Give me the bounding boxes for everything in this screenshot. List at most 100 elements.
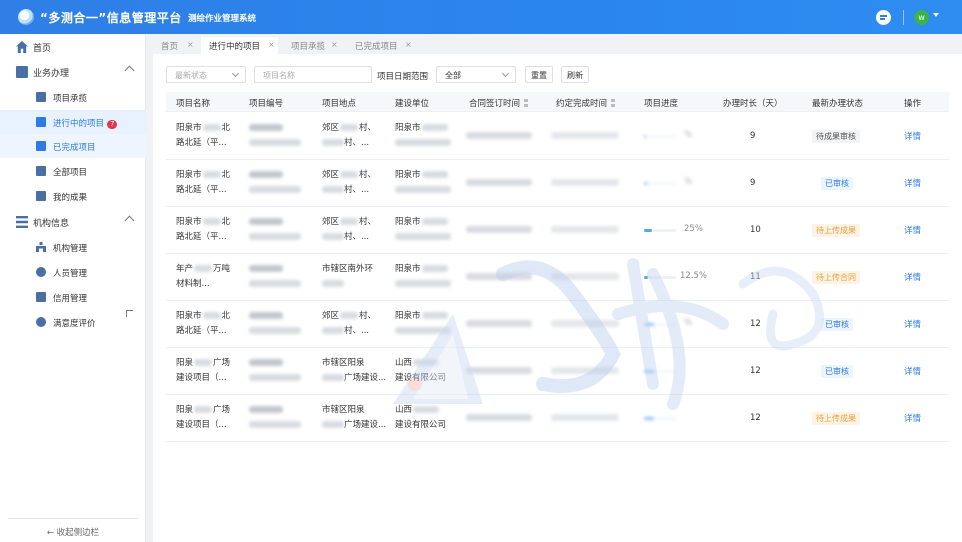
redacted-text — [551, 132, 619, 139]
detail-link[interactable]: 详情 — [904, 412, 921, 424]
sidebar-item-credit[interactable]: 信用管理 — [0, 285, 146, 309]
project-name-line1: 阳泉市 — [176, 123, 202, 133]
sidebar-item-home[interactable]: 首页 — [0, 35, 146, 59]
project-name-line1: 阳泉市 — [176, 217, 202, 227]
date-range-label: 项目日期范围 — [377, 72, 429, 82]
sidebar-item-completed[interactable]: 已完成项目 — [0, 134, 146, 158]
sidebar-item-org-manage[interactable]: 机构管理 — [0, 235, 146, 259]
location-line1b: 村、 — [359, 170, 377, 180]
table-header: 项目名称 项目编号 项目地点 建设单位 合同签订时间 约定完成时间 项目进度 办… — [166, 92, 949, 112]
table-row[interactable]: 年产 万吨 材料制... 市辖区南外环 阳泉市 12.5% 11 待上传合同 详情 — [166, 254, 949, 301]
project-name-line1: 阳泉 — [176, 405, 194, 415]
close-icon[interactable]: × — [187, 40, 194, 49]
sidebar-item-all-projects[interactable]: 全部项目 — [0, 159, 146, 183]
progress-bar — [644, 323, 676, 326]
location-line1b: 村、 — [359, 311, 377, 321]
tab-contract[interactable]: 项目承揽 × — [283, 37, 341, 54]
progress-fill — [644, 323, 654, 326]
tab-home[interactable]: 首页 × — [153, 37, 197, 54]
top-header: “多测合一”信息管理平台 测绘作业管理系统 w — [0, 0, 962, 34]
reset-button[interactable]: 重置 — [525, 66, 553, 83]
project-location-cell: 郊区 村、 村、... — [322, 168, 376, 198]
redacted-text — [202, 218, 221, 225]
project-number-cell — [249, 403, 301, 433]
sidebar-item-contract[interactable]: 项目承揽 — [0, 85, 146, 109]
sidebar-item-satisfaction[interactable]: 满意度评价 — [0, 310, 146, 334]
sidebar-item-staff[interactable]: 人员管理 — [0, 260, 146, 284]
redacted-text — [194, 406, 213, 413]
duration-cell: 9 — [750, 178, 756, 188]
app-subtitle: 测绘作业管理系统 — [188, 14, 257, 24]
progress-bar — [644, 182, 676, 185]
table-row[interactable]: 阳泉市 北路北延（平... 郊区 村、 村、... 阳泉市% 12 已审核 详情 — [166, 301, 949, 348]
redacted-text — [395, 139, 451, 146]
location-line1: 郊区 — [322, 217, 340, 227]
table-row[interactable]: 阳泉 广场 建设项目（... 市辖区阳泉 广场建设... 山西 建设有限公司 12 已审核 详情 — [166, 348, 949, 395]
progress-text: 12.5% — [680, 271, 708, 281]
location-line2: 广场建设... — [344, 373, 387, 383]
sidebar-item-results[interactable]: 我的成果 — [0, 184, 146, 208]
sidebar-item-ongoing[interactable]: 进行中的项目 7 — [0, 110, 146, 134]
table-row[interactable]: 阳泉市 北路北延（平... 郊区 村、 村、... 阳泉市% 9 待成果审核 详情 — [166, 113, 949, 160]
detail-link[interactable]: 详情 — [904, 365, 921, 377]
redacted-text — [249, 139, 301, 146]
date-range-select[interactable]: 全部 — [436, 66, 516, 83]
refresh-button[interactable]: 刷新 — [561, 66, 589, 83]
due-date-cell — [551, 411, 619, 426]
sort-icon[interactable] — [524, 99, 529, 107]
project-name-line2: 路北延（平... — [176, 326, 227, 336]
redacted-text — [421, 171, 448, 178]
message-icon[interactable] — [876, 10, 891, 25]
chevron-down-icon[interactable] — [933, 13, 939, 17]
redacted-text — [395, 327, 451, 334]
project-name-line1: 年产 — [176, 264, 194, 274]
table-row[interactable]: 阳泉市 北路北延（平... 郊区 村、 村、... 阳泉市 25% 10 待上传成果 详情 — [166, 207, 949, 254]
detail-link[interactable]: 详情 — [904, 271, 921, 283]
sort-icon[interactable] — [611, 99, 616, 107]
status-select[interactable]: 最新状态 — [166, 66, 246, 83]
redacted-text — [322, 186, 344, 193]
location-line1: 市辖区阳泉 — [322, 358, 365, 368]
builder-line1: 阳泉市 — [395, 311, 421, 321]
main-panel: 最新状态 项目名称 项目日期范围 全部 重置 刷新 项目名称 项目编号 项目地点… — [153, 54, 962, 542]
project-name-line2: 路北延（平... — [176, 185, 227, 195]
chevron-down-icon — [501, 69, 510, 78]
close-icon[interactable]: × — [405, 40, 412, 49]
redacted-text — [466, 273, 532, 280]
project-number-cell — [249, 309, 301, 339]
detail-link[interactable]: 详情 — [904, 177, 921, 189]
status-badge: 已审核 — [821, 177, 853, 190]
progress-bar — [644, 370, 676, 373]
close-icon[interactable]: × — [268, 40, 275, 49]
redacted-text — [249, 374, 301, 381]
detail-link[interactable]: 详情 — [904, 130, 921, 142]
redacted-text — [466, 179, 532, 186]
tab-ongoing-projects[interactable]: 进行中的项目 × — [201, 37, 278, 54]
progress-fill — [644, 229, 652, 232]
project-name-input[interactable]: 项目名称 — [254, 66, 372, 83]
tab-completed[interactable]: 已完成项目 × — [347, 37, 415, 54]
builder-line1: 阳泉市 — [395, 217, 421, 227]
detail-link[interactable]: 详情 — [904, 224, 921, 236]
sidebar-group-org[interactable]: 机构信息 — [0, 210, 146, 234]
detail-link[interactable]: 详情 — [904, 318, 921, 330]
progress-fill — [644, 370, 654, 373]
location-line2: 村、... — [344, 138, 370, 148]
table-row[interactable]: 阳泉 广场 建设项目（... 市辖区阳泉 广场建设... 山西 建设有限公司 12 待上传成果 详… — [166, 395, 949, 442]
col-due-date[interactable]: 约定完成时间 — [556, 97, 616, 109]
sidebar-group-business[interactable]: 业务办理 — [0, 60, 146, 84]
redacted-text — [322, 139, 344, 146]
col-due-date-label: 约定完成时间 — [556, 99, 608, 109]
redacted-text — [551, 226, 619, 233]
progress-bar — [644, 229, 676, 232]
collapse-sidebar-button[interactable]: ← 收起侧边栏 — [8, 518, 138, 538]
organization-icon — [16, 216, 28, 228]
progress-fill — [644, 135, 646, 138]
close-icon[interactable]: × — [331, 40, 338, 49]
redacted-text — [340, 218, 359, 225]
table-row[interactable]: 阳泉市 北路北延（平... 郊区 村、 村、... 阳泉市% 9 已审核 详情 — [166, 160, 949, 207]
col-contract-date[interactable]: 合同签订时间 — [469, 97, 529, 109]
project-name-line1: 阳泉市 — [176, 311, 202, 321]
tab-label: 项目承揽 — [291, 42, 326, 52]
user-avatar[interactable]: w — [914, 10, 929, 25]
